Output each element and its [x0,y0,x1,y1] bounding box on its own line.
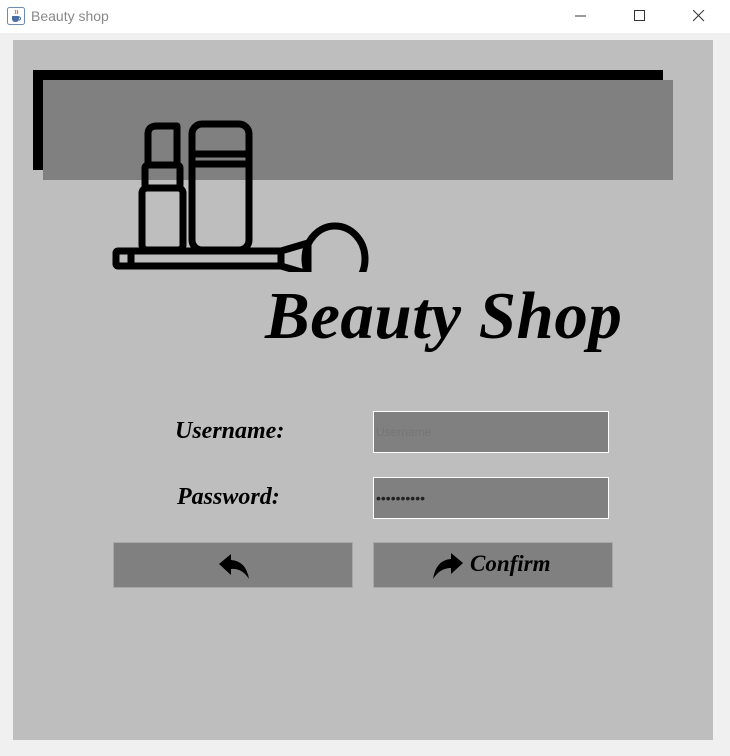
confirm-button[interactable]: Confirm [373,542,613,588]
window-title: Beauty shop [31,8,109,24]
confirm-label: Confirm [470,551,551,576]
java-cup-icon [7,7,25,25]
window-titlebar: Beauty shop [0,0,730,33]
cosmetics-lipstick-brush-icon [112,120,369,272]
login-panel: Beauty Shop Username: Password: Confirm [13,40,713,740]
password-field[interactable] [373,477,609,519]
close-button[interactable] [676,0,722,33]
password-label: Password: [177,484,280,510]
arrow-forward-icon [433,553,463,579]
close-icon [693,10,705,22]
username-field[interactable] [373,411,609,453]
shop-title: Beauty Shop [265,279,623,353]
back-button[interactable] [113,542,353,588]
maximize-button[interactable] [617,0,663,33]
minimize-icon [575,15,586,17]
maximize-icon [634,10,645,21]
username-label: Username: [175,418,285,444]
minimize-button[interactable] [558,0,604,33]
arrow-back-icon [219,554,249,579]
